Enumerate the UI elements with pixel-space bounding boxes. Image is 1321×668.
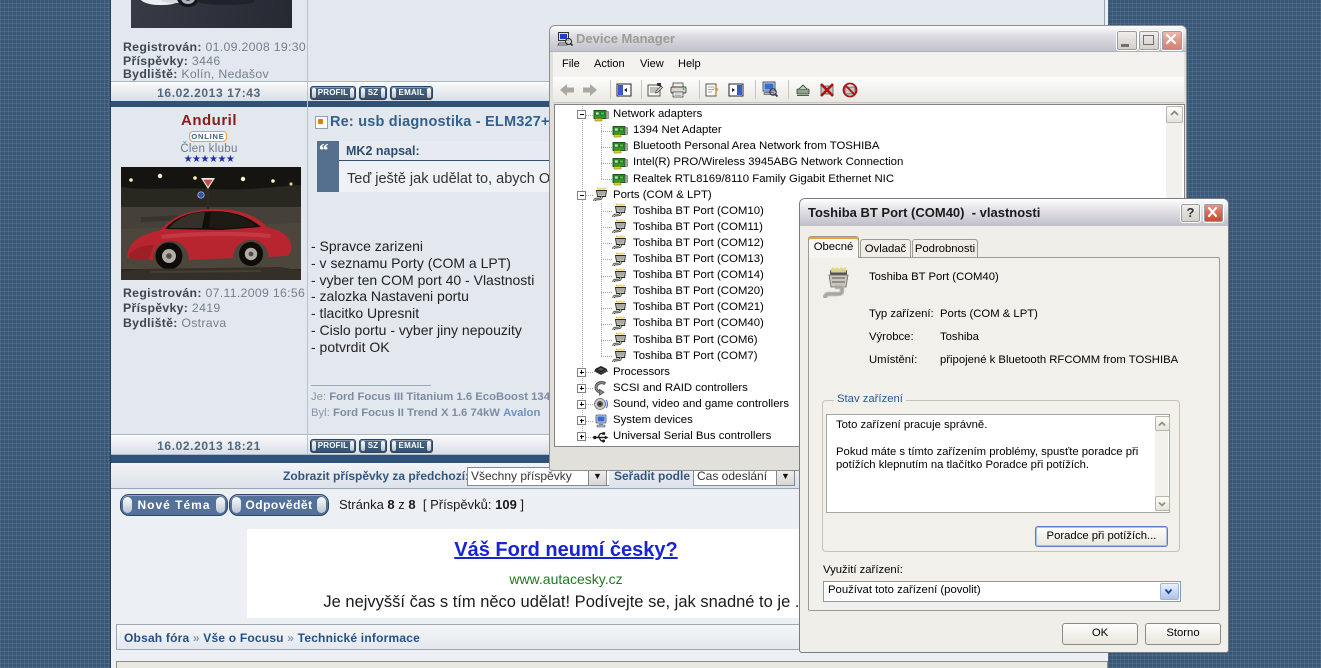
svg-text:?: ? <box>713 84 719 98</box>
